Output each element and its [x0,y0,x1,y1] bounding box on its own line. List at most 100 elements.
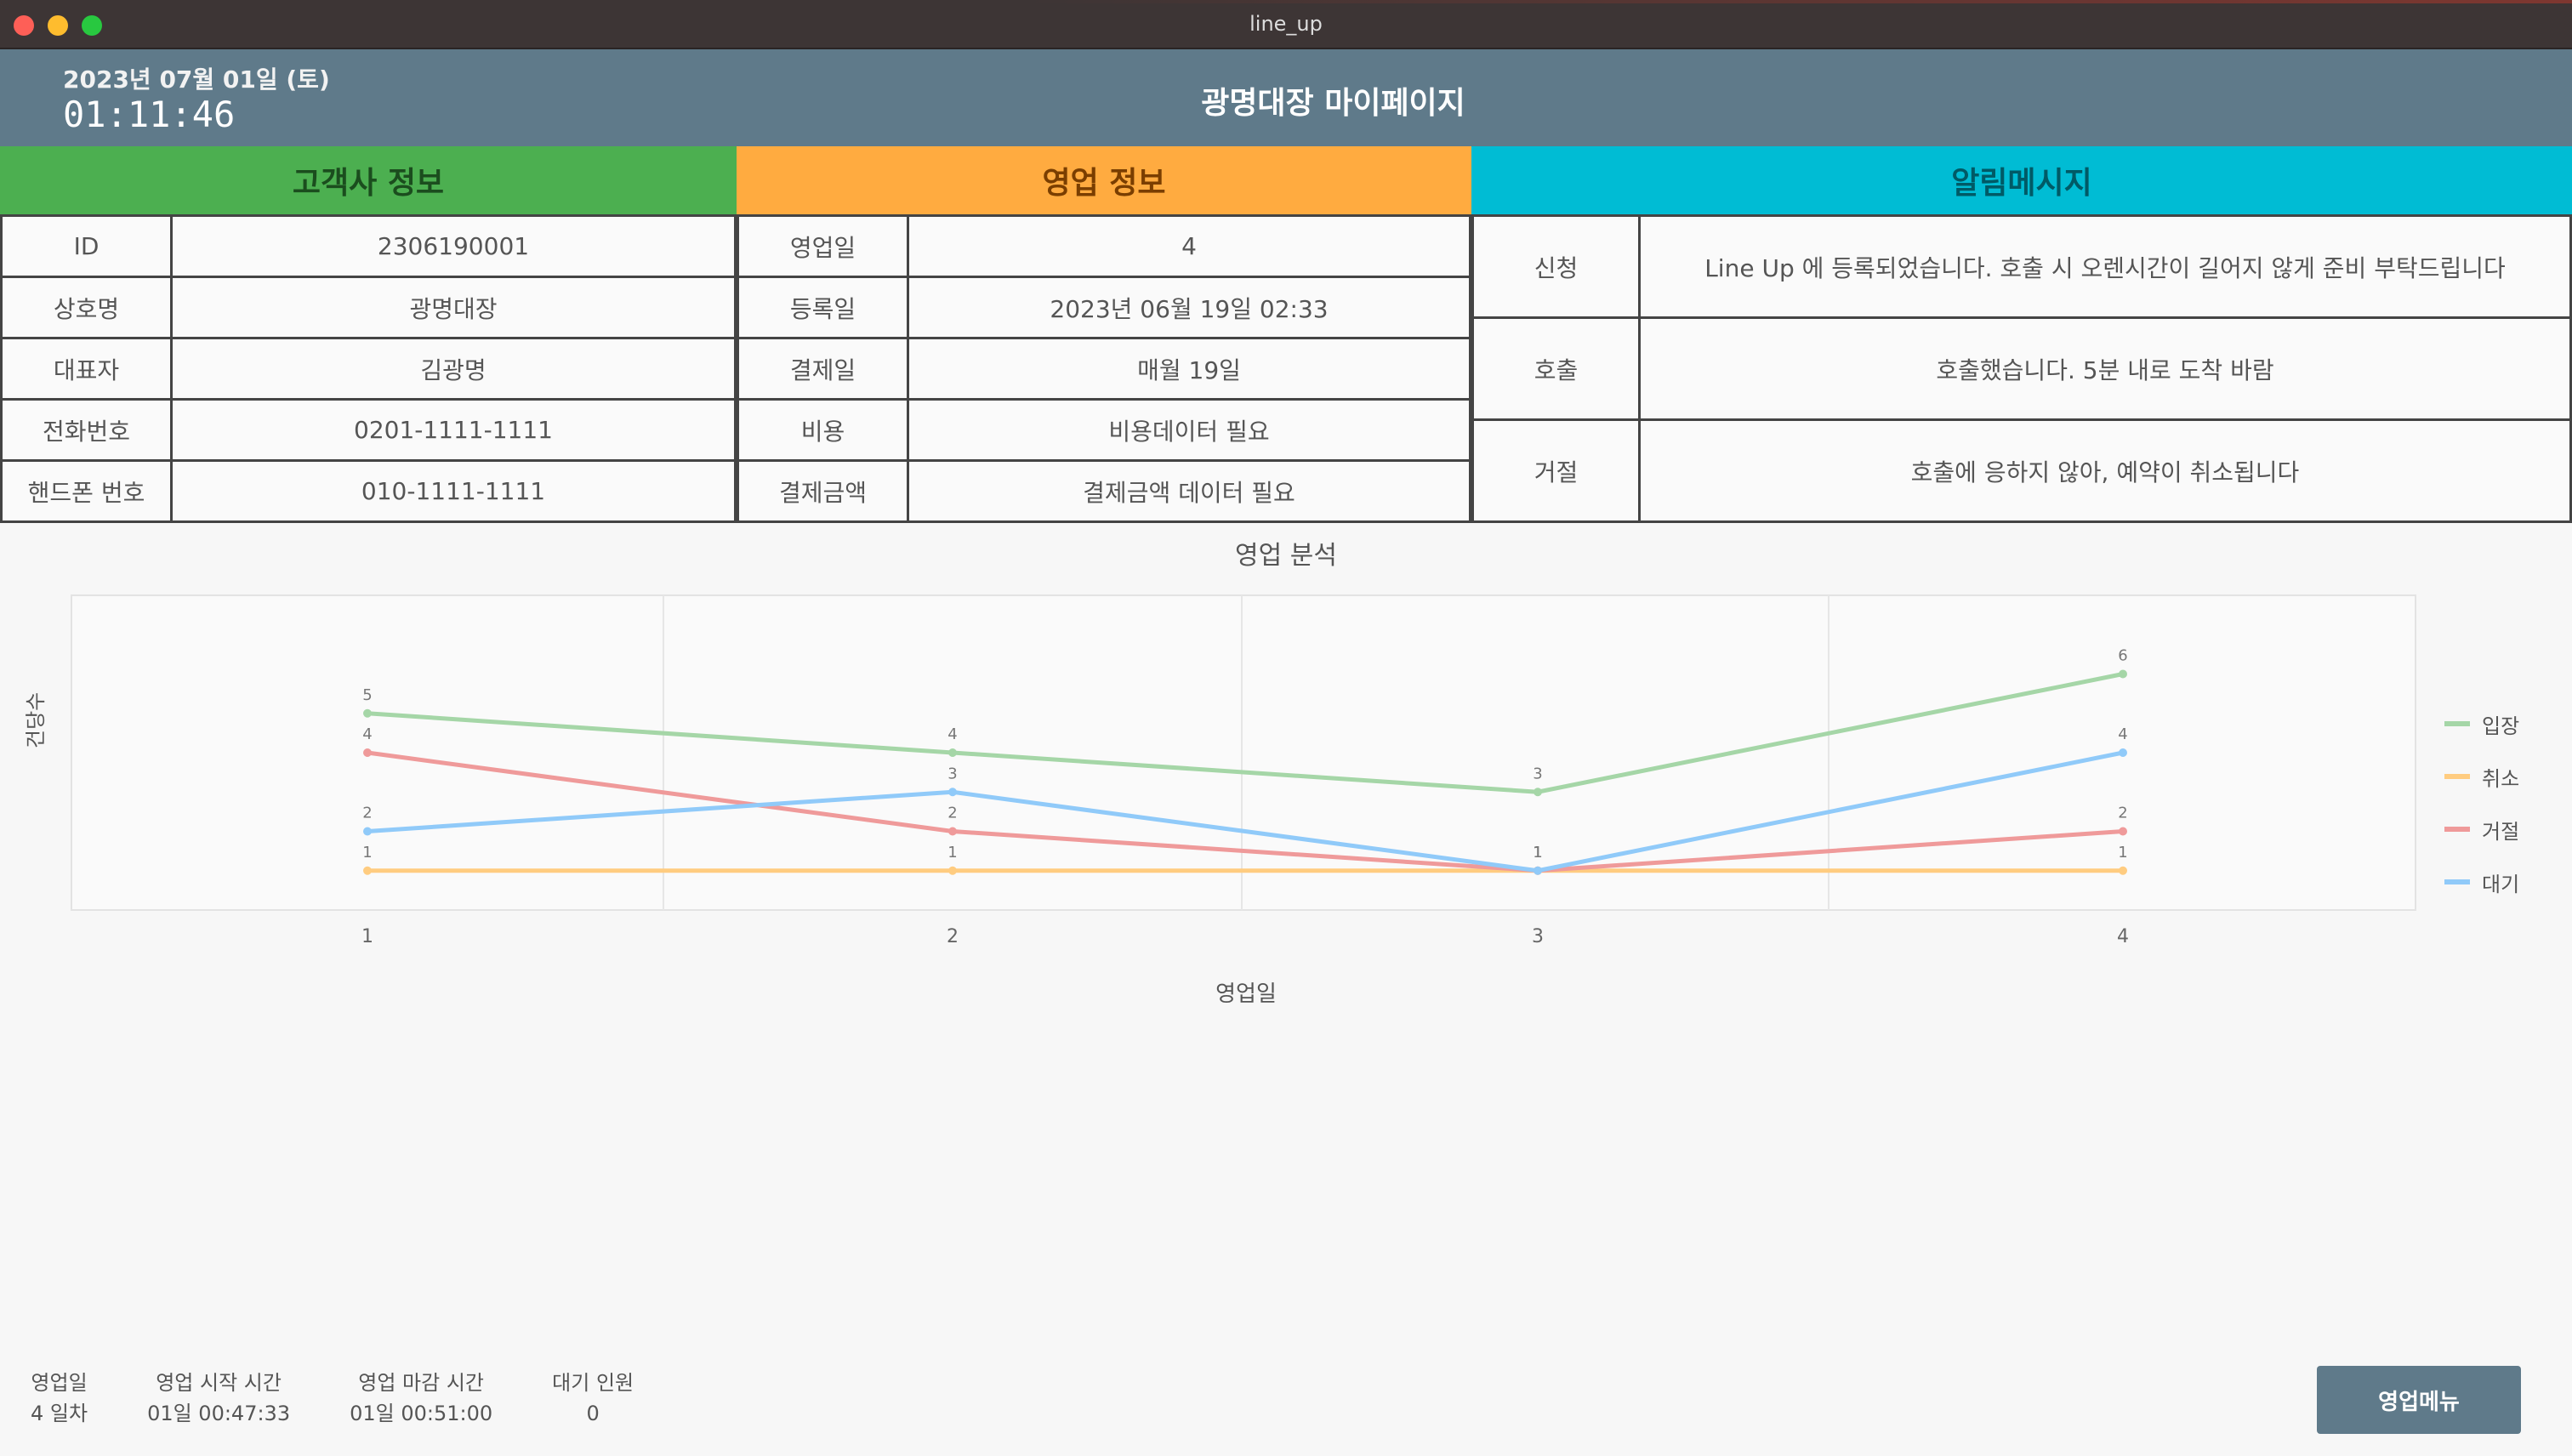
sales-info-table: 영업일 4 등록일 2023년 06월 19일 02:33 결제일 매월 19일 비용… [737,214,1471,523]
row-label: ID [0,214,173,278]
x-tick-label: 3 [1532,926,1544,947]
stat-item: 대기 인원 0 [552,1368,634,1429]
row-value: 결제금액 데이터 필요 [907,459,1471,523]
stat-item: 영업 시작 시간 01일 00:47:33 [147,1368,290,1429]
business-stats: 영업일 4 일차 영업 시작 시간 01일 00:47:33 영업 마감 시간 … [31,1368,634,1429]
stat-value: 01일 00:47:33 [147,1402,291,1425]
legend-label: 입장 [2482,714,2520,738]
row-value: 호출에 응하지 않아, 예약이 취소됩니다 [1638,418,2572,523]
data-label: 3 [1533,765,1542,782]
customer-info-panel: 고객사 정보 ID 2306190001 상호명 광명대장 대표자 김광명 전화번호 0… [0,146,737,523]
stat-label: 영업 시작 시간 [156,1371,282,1395]
row-label: 호출 [1471,316,1641,421]
legend-swatch [2444,721,2470,726]
customer-info-table: ID 2306190001 상호명 광명대장 대표자 김광명 전화번호 0201-111… [0,214,737,523]
legend-label: 취소 [2482,766,2520,791]
table-row: 호출 호출했습니다. 5분 내로 도착 바람 [1471,316,2572,421]
stat-item: 영업일 4 일차 [31,1368,88,1429]
row-value: 0201-1111-1111 [170,398,737,462]
legend-item: 대기 [2444,856,2519,908]
row-value: 2023년 06월 19일 02:33 [907,276,1471,339]
data-point [2119,669,2127,679]
stat-value: 0 [586,1402,600,1425]
table-row: 상호명 광명대장 [0,276,737,339]
sales-menu-button[interactable]: 영업메뉴 [2317,1366,2521,1434]
data-label: 4 [947,725,957,743]
row-label: 핸드폰 번호 [0,459,173,523]
data-label: 4 [2118,725,2127,743]
customer-info-heading: 고객사 정보 [0,146,737,214]
row-label: 영업일 [737,214,909,278]
table-row: 결제일 매월 19일 [737,337,1471,401]
data-point [363,748,372,757]
stat-label: 영업 마감 시간 [358,1371,484,1395]
row-value: 4 [907,214,1471,278]
stat-value: 01일 00:51:00 [350,1402,493,1425]
row-label: 결제일 [737,337,909,401]
stat-value: 4 일차 [31,1402,88,1425]
table-row: 영업일 4 [737,214,1471,278]
x-tick-label: 2 [947,926,959,947]
legend-item: 거절 [2444,803,2519,856]
row-value: 광명대장 [170,276,737,339]
chart-x-axis-label: 영업일 [1215,981,1277,1007]
window-titlebar: line_up [0,0,2572,49]
data-point [363,866,372,875]
legend-item: 입장 [2444,697,2519,750]
row-value: 비용데이터 필요 [907,398,1471,462]
table-row: 거절 호출에 응하지 않아, 예약이 취소됩니다 [1471,418,2572,523]
data-point [948,748,957,757]
chart-legend: 입장취소거절대기 [2444,697,2519,908]
data-label: 1 [2118,844,2127,862]
stat-label: 대기 인원 [552,1371,634,1395]
data-point [1534,788,1542,797]
data-point [948,788,957,797]
table-row: 등록일 2023년 06월 19일 02:33 [737,276,1471,339]
notification-messages-heading: 알림메시지 [1471,146,2572,214]
table-row: ID 2306190001 [0,214,737,278]
data-point [1534,866,1542,875]
data-label: 5 [362,686,372,704]
data-label: 1 [1533,844,1542,862]
row-label: 거절 [1471,418,1641,523]
notification-messages-table: 신청 Line Up 에 등록되었습니다. 호출 시 오렌시간이 길어지 않게 준… [1471,214,2572,523]
row-value: Line Up 에 등록되었습니다. 호출 시 오렌시간이 길어지 않게 준비 … [1638,214,2572,319]
stat-item: 영업 마감 시간 01일 00:51:00 [350,1368,492,1429]
page-header: 2023년 07월 01일 (토) 01:11:46 광명대장 마이페이지 [0,49,2572,146]
window-title: line_up [1249,12,1323,36]
row-value: 매월 19일 [907,337,1471,401]
data-point [948,866,957,875]
x-tick-label: 4 [2117,926,2129,947]
data-label: 2 [362,805,372,822]
legend-label: 대기 [2482,872,2520,896]
row-label: 전화번호 [0,398,173,462]
table-row: 핸드폰 번호 010-1111-1111 [0,459,737,523]
table-row: 전화번호 0201-1111-1111 [0,398,737,462]
page-title: 광명대장 마이페이지 [1201,86,1465,121]
row-value: 010-1111-1111 [170,459,737,523]
legend-item: 취소 [2444,750,2519,803]
row-value: 2306190001 [170,214,737,278]
data-point [363,708,372,718]
stat-label: 영업일 [31,1371,88,1395]
data-label: 3 [947,765,957,782]
sales-analysis-chart: 1 2 3 454361 1 1 142122314 [71,594,2416,947]
row-label: 결제금액 [737,459,909,523]
legend-swatch [2444,827,2470,832]
data-label: 2 [2118,805,2127,822]
row-label: 상호명 [0,276,173,339]
table-row: 비용 비용데이터 필요 [737,398,1471,462]
table-row: 대표자 김광명 [0,337,737,401]
sales-info-heading: 영업 정보 [737,146,1471,214]
table-row: 결제금액 결제금액 데이터 필요 [737,459,1471,523]
table-row: 신청 Line Up 에 등록되었습니다. 호출 시 오렌시간이 길어지 않게 준… [1471,214,2572,319]
x-tick-label: 1 [361,926,373,947]
data-point [2119,748,2127,757]
row-value: 김광명 [170,337,737,401]
data-label: 2 [947,805,957,822]
data-point [363,827,372,836]
plot-area [71,594,2416,911]
legend-label: 거절 [2482,819,2520,844]
row-label: 대표자 [0,337,173,401]
data-label: 6 [2118,647,2127,665]
